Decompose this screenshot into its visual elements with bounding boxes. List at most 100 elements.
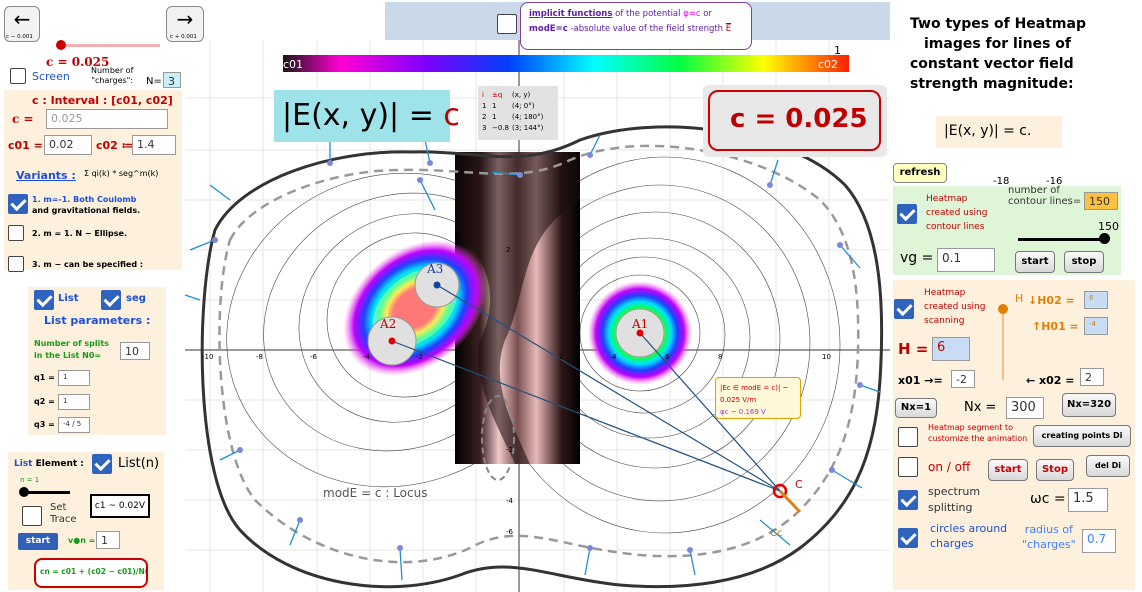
n-eq-label: n = 1	[20, 476, 40, 484]
splits-line2: in the List N0=	[34, 351, 102, 360]
scan-start-button[interactable]: start	[988, 459, 1028, 481]
scan-stop-button[interactable]: Stop	[1036, 459, 1074, 481]
charge-table: i ±q (x, y) 1 1 (4; 0°) 2 1 (4; 180°) 3 −0.8 (3; 14…	[478, 86, 558, 140]
variant1-checkbox[interactable]	[8, 194, 28, 214]
n-input[interactable]: 3	[163, 72, 181, 88]
list-element-label: List Element :	[14, 459, 84, 469]
variant1-text-b: and gravitational fields.	[32, 206, 141, 215]
x-tick-label: 10	[822, 353, 831, 361]
forward-label: c + 0.001	[170, 34, 197, 40]
h-slider-handle[interactable]	[998, 304, 1008, 314]
q2-input[interactable]: 1	[58, 394, 90, 410]
charge-table-cell: −0.8	[492, 124, 509, 132]
contour-start-button[interactable]: start	[1015, 251, 1055, 273]
locus-eq: modE = c	[323, 486, 382, 500]
heatmap2-b: created using	[924, 302, 986, 312]
title-line3: constant vector field	[910, 56, 1074, 72]
formula-text: |E(x, y)| =	[282, 98, 444, 133]
creating-points-button[interactable]: creating points Di	[1033, 425, 1131, 447]
set-trace-checkbox[interactable]	[22, 506, 42, 526]
segment-checkbox[interactable]	[898, 427, 918, 447]
colorbar	[283, 55, 849, 72]
refresh-button[interactable]: refresh	[893, 163, 947, 183]
variants-label: Variants :	[16, 169, 76, 182]
charge-a2-point[interactable]	[388, 337, 396, 345]
field-info-box: |Ec ∈ modE = c)| ~ 0.025 V/m φc ~ 0.169 …	[715, 377, 801, 419]
q3-label: q3 =	[34, 420, 55, 429]
q1-input[interactable]: 1	[58, 370, 90, 386]
implicit-functions-box: implicit functions of the potential φ=c …	[520, 2, 752, 50]
contour-stop-button[interactable]: stop	[1064, 251, 1104, 273]
title-line2: images for lines of	[924, 36, 1072, 52]
x-tick-label: 6	[665, 353, 670, 361]
list-n-label: List(n)	[118, 456, 160, 471]
x01-input[interactable]: -2	[951, 370, 975, 388]
charge-table-cell: (4; 0°)	[512, 102, 535, 110]
h01-input[interactable]: -4	[1084, 317, 1108, 335]
h02-input[interactable]: 6	[1084, 291, 1108, 309]
onoff-checkbox[interactable]	[898, 457, 918, 477]
contour-label-b: contour lines=	[1008, 196, 1082, 207]
colorbar-max-label: c02	[818, 58, 839, 71]
colorbar-top-label: 1	[834, 44, 841, 57]
charge-table-cell: (4; 180°)	[512, 113, 544, 121]
c01-input[interactable]: 0.02	[44, 135, 92, 155]
implicit-title: implicit functions	[529, 9, 613, 19]
list-n-checkbox[interactable]	[92, 454, 112, 474]
circles-label: circles around charges	[930, 521, 1007, 551]
contour-slider-handle[interactable]	[1099, 233, 1110, 244]
omega-input[interactable]: 1.5	[1068, 488, 1108, 512]
spectrum-checkbox[interactable]	[898, 490, 918, 510]
heatmap-contour-checkbox[interactable]	[897, 204, 917, 224]
c-input[interactable]: 0.025	[46, 109, 168, 129]
label-a3: A3	[427, 262, 444, 276]
set-trace-b: Trace	[50, 514, 77, 525]
n-slider-handle[interactable]	[19, 487, 29, 497]
seg-checkbox[interactable]	[101, 290, 121, 310]
h-slider[interactable]	[1002, 306, 1004, 380]
vg-input[interactable]: 0.1	[937, 248, 995, 272]
charge-table-cell: 2	[482, 113, 487, 121]
c-display: c = 0.025	[730, 104, 868, 134]
vector-c	[778, 489, 802, 514]
radius-input[interactable]: 0.7	[1082, 529, 1116, 553]
onoff-label: on / off	[928, 460, 971, 474]
list-checkbox[interactable]	[34, 290, 54, 310]
charge-a3-point[interactable]	[433, 281, 441, 289]
heatmap-contour-label: Heatmap created using contour lines	[926, 192, 987, 234]
q3-input[interactable]: -4 / 5	[58, 417, 90, 433]
charge-table-cell: (x, y)	[512, 91, 531, 99]
heatmap-scan-label: Heatmap created using scanning	[924, 286, 985, 328]
c-slider[interactable]	[60, 44, 160, 47]
variant3-checkbox[interactable]	[8, 256, 24, 272]
back-label: c − 0.001	[6, 34, 33, 40]
h-input[interactable]: 6	[932, 337, 970, 361]
splits-input[interactable]: 10	[120, 342, 150, 360]
splits-label: Number of splits in the List N0=	[34, 338, 109, 362]
variant2-checkbox[interactable]	[8, 225, 24, 241]
screen-checkbox[interactable]	[10, 68, 26, 84]
q2-label: q2 =	[34, 397, 55, 406]
heatmap-scan-checkbox[interactable]	[894, 299, 914, 319]
charge-table-cell: (3; 144°)	[512, 124, 544, 132]
circles-checkbox[interactable]	[898, 528, 918, 548]
c02-input[interactable]: 1.4	[132, 135, 176, 155]
contour-slider[interactable]	[1018, 238, 1104, 241]
x02-input[interactable]: 2	[1080, 368, 1104, 386]
n-slider[interactable]	[22, 491, 70, 494]
list-element-b: Element :	[35, 459, 84, 469]
field-info-e: |Ec ∈ modE = c)| ~ 0.025 V/m	[720, 384, 789, 404]
charges-label-1: Number of	[91, 66, 134, 75]
variant1-label: 1. m=-1. Both Coulomb and gravitational f…	[32, 194, 140, 216]
implicit-checkbox[interactable]	[497, 14, 517, 34]
contour-count-input[interactable]: 150	[1084, 192, 1118, 210]
x-tick-label: -8	[256, 353, 263, 361]
del-points-button[interactable]: del Di	[1086, 455, 1130, 477]
start-button[interactable]: start	[18, 533, 58, 550]
spectrum-a: spectrum	[928, 485, 981, 498]
c-slider-handle[interactable]	[56, 40, 66, 50]
nx1-button[interactable]: Nx=1	[895, 398, 937, 418]
vn-input[interactable]: 1	[96, 531, 120, 549]
nx320-button[interactable]: Nx=320	[1062, 393, 1116, 417]
nx-input[interactable]: 300	[1006, 397, 1044, 419]
